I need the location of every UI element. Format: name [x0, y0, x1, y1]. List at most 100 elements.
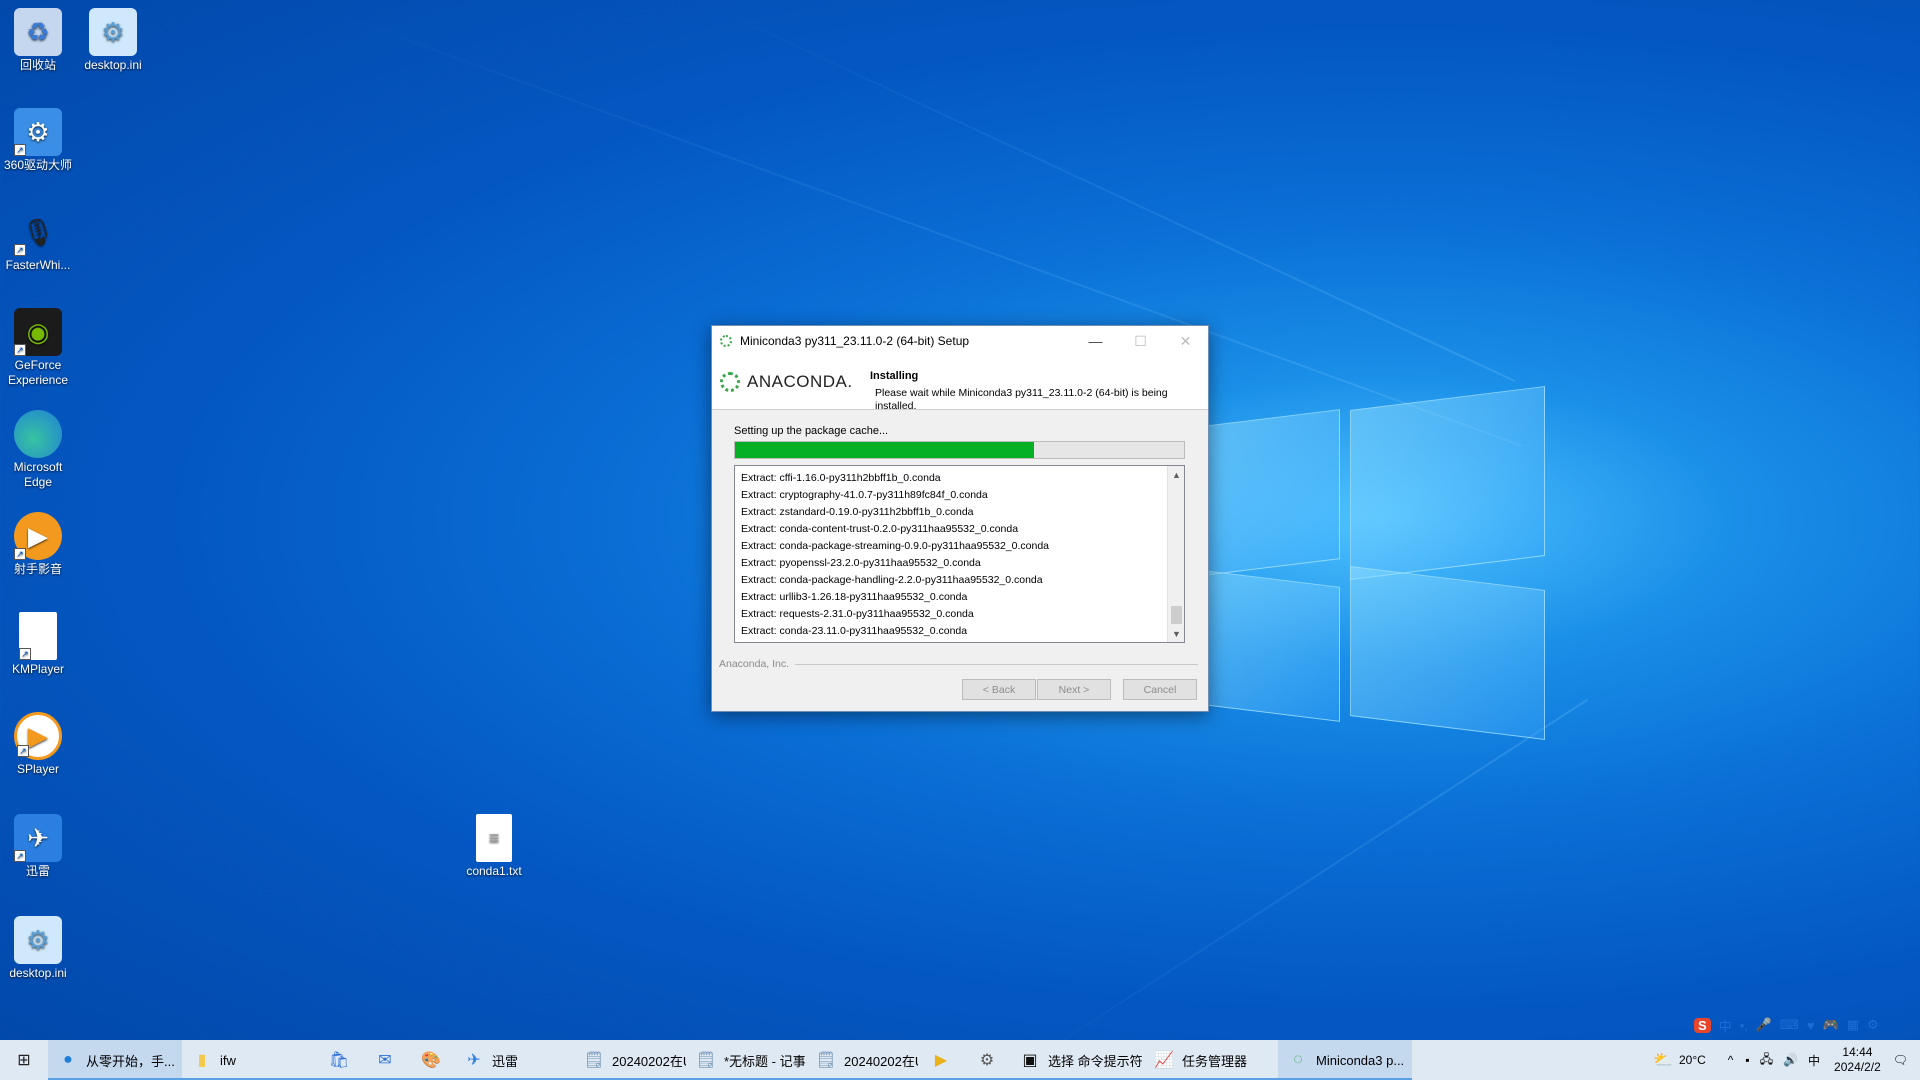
brand-footer: Anaconda, Inc.: [719, 658, 1198, 670]
cancel-button[interactable]: Cancel: [1123, 679, 1197, 700]
desktop-icon-360-driver[interactable]: ⚙ ↗ 360驱动大师: [0, 108, 78, 173]
scroll-thumb[interactable]: [1171, 606, 1182, 624]
log-scrollbar[interactable]: ▲ ▼: [1167, 466, 1184, 642]
paint-icon: 🎨: [421, 1052, 441, 1069]
ime-toolbar[interactable]: S 中 •, 🎤 ⌨ ♥ 🎮 ▦ ⚙: [1694, 1012, 1879, 1038]
taskbar-item-3[interactable]: ✉: [362, 1040, 408, 1080]
desktop-icon-conda-txt[interactable]: ≡ conda1.txt: [454, 814, 534, 879]
recycle-bin-icon: ♻: [14, 8, 62, 56]
log-line: Extract: conda-content-trust-0.2.0-py311…: [741, 523, 1019, 535]
taskbar-item-0[interactable]: ● 从零开始，手...: [48, 1040, 182, 1080]
log-line: Extract: cffi-1.16.0-py311h2bbff1b_0.con…: [741, 472, 941, 484]
taskbar-item-5[interactable]: ✈ 迅雷: [454, 1040, 574, 1080]
desktop-icon-shooter-player[interactable]: ▶ ↗ 射手影音: [0, 512, 78, 577]
conda-icon: ◌: [1293, 1051, 1303, 1068]
punctuation-icon[interactable]: •,: [1740, 1018, 1748, 1033]
progress-bar: [734, 441, 1185, 459]
splayer-icon: ▶ ↗: [14, 712, 62, 760]
player-icon: ▶: [934, 1052, 948, 1069]
taskbar-item-label: 20240202在U...: [844, 1053, 918, 1069]
desktop-icon-label: desktop.ini: [84, 58, 142, 72]
grid-icon[interactable]: ▦: [1847, 1017, 1859, 1033]
settings-file-icon: ⚙: [14, 916, 62, 964]
log-line: Extract: conda-package-handling-2.2.0-py…: [741, 574, 1043, 586]
scroll-up-icon[interactable]: ▲: [1168, 466, 1184, 483]
mic-icon[interactable]: 🎤: [1756, 1017, 1772, 1033]
maximize-button[interactable]: ☐: [1118, 326, 1163, 356]
next-button[interactable]: Next >: [1037, 679, 1111, 700]
pen-icon[interactable]: ▪: [1745, 1053, 1749, 1067]
scroll-down-icon[interactable]: ▼: [1168, 625, 1184, 642]
taskbar-item-1[interactable]: ▮ ifw: [182, 1040, 316, 1080]
thunder-icon: ✈: [467, 1052, 481, 1069]
title-bar[interactable]: Miniconda3 py311_23.11.0-2 (64-bit) Setu…: [712, 326, 1208, 356]
taskbar-item-6[interactable]: 🗒 20240202在U...: [574, 1040, 686, 1080]
log-line: Extract: requests-2.31.0-py311haa95532_0…: [741, 608, 974, 620]
brand-footer-text: Anaconda, Inc.: [719, 658, 790, 670]
log-line: Extract: zstandard-0.19.0-py311h2bbff1b_…: [741, 506, 974, 518]
taskbar-item-11[interactable]: ▣ 选择 命令提示符: [1010, 1040, 1144, 1080]
taskbar-item-7[interactable]: 🗒 *无标题 - 记事本: [686, 1040, 806, 1080]
desktop-icon-label: desktop.ini: [9, 966, 67, 980]
log-line: Extract: conda-23.11.0-py311haa95532_0.c…: [741, 625, 968, 637]
notification-icon[interactable]: 🗨: [1893, 1053, 1908, 1067]
text-file-icon: ≡: [476, 814, 512, 862]
clock-date: 2024/2/2: [1834, 1060, 1881, 1074]
taskbar-item-label: 任务管理器: [1182, 1053, 1248, 1069]
desktop-icon-desktop-ini[interactable]: ⚙ desktop.ini: [73, 8, 153, 73]
taskbar: ⊞ ● 从零开始，手... ▮ ifw 🛍 ✉ 🎨 ✈ 迅雷 🗒 20240202在U... 🗒 *无标…: [0, 1040, 1920, 1080]
desktop-icon-label: 回收站: [19, 58, 56, 72]
game-icon[interactable]: 🎮: [1823, 1017, 1839, 1033]
back-button[interactable]: < Back: [962, 679, 1036, 700]
notepad-icon: 🗒: [815, 1052, 837, 1069]
desktop-icon-thunder[interactable]: ✈ ↗ 迅雷: [0, 814, 78, 879]
desktop-icon-fasterwhisper[interactable]: 🎙 ↗ FasterWhi...: [0, 208, 78, 273]
taskbar-item-8[interactable]: 🗒 20240202在U...: [806, 1040, 918, 1080]
install-log[interactable]: Extract: cffi-1.16.0-py311h2bbff1b_0.con…: [734, 465, 1185, 643]
conda-icon: [720, 335, 732, 347]
clock[interactable]: 14:44 2024/2/2: [1834, 1045, 1881, 1075]
taskbar-item-13[interactable]: ◌ Miniconda3 p...: [1278, 1040, 1412, 1080]
weather-icon[interactable]: ⛅: [1653, 1050, 1673, 1070]
taskbar-item-label: 迅雷: [492, 1053, 519, 1069]
blank-file-icon: ↗: [19, 612, 57, 660]
taskmgr-icon: 📈: [1154, 1052, 1174, 1069]
desktop-icon-geforce[interactable]: ◉ ↗ GeForce Experience: [0, 308, 78, 388]
skin-icon[interactable]: ♥: [1807, 1018, 1815, 1033]
taskbar-item-4[interactable]: 🎨: [408, 1040, 454, 1080]
desktop-icon-label: 迅雷: [25, 864, 50, 878]
weather-temp[interactable]: 20°C: [1679, 1053, 1706, 1067]
minimize-button[interactable]: —: [1073, 326, 1118, 356]
chevron-up-icon[interactable]: ^: [1728, 1053, 1734, 1067]
edge-icon: [14, 410, 62, 458]
windows-icon: ⊞: [17, 1052, 31, 1069]
ime-indicator[interactable]: 中: [1808, 1052, 1820, 1069]
taskbar-item-12[interactable]: 📈 任务管理器: [1144, 1040, 1278, 1080]
ime-language[interactable]: 中: [1719, 1016, 1732, 1035]
windows-wallpaper-logo: [1195, 378, 1545, 740]
keyboard-icon[interactable]: ⌨: [1780, 1017, 1799, 1033]
desktop-icon-desktop-ini-2[interactable]: ⚙ desktop.ini: [0, 916, 78, 981]
taskbar-item-10[interactable]: ⚙: [964, 1040, 1010, 1080]
taskbar-item-9[interactable]: ▶: [918, 1040, 964, 1080]
notepad-icon: 🗒: [695, 1052, 717, 1069]
desktop-icon-label: KMPlayer: [11, 662, 64, 676]
network-icon[interactable]: 🖧: [1760, 1050, 1773, 1071]
close-button[interactable]: ✕: [1163, 326, 1208, 356]
desktop-icon-splayer[interactable]: ▶ ↗ SPlayer: [0, 712, 78, 777]
volume-icon[interactable]: 🔊: [1783, 1053, 1798, 1067]
desktop-icon-recycle-bin[interactable]: ♻ 回收站: [0, 8, 78, 73]
gear-icon[interactable]: ⚙: [1867, 1017, 1879, 1033]
desktop-icon-kmplayer[interactable]: ↗ KMPlayer: [0, 612, 78, 677]
window-title: Miniconda3 py311_23.11.0-2 (64-bit) Setu…: [740, 334, 970, 348]
installer-window[interactable]: Miniconda3 py311_23.11.0-2 (64-bit) Setu…: [711, 325, 1209, 712]
mail-icon: ✉: [378, 1052, 392, 1069]
microphone-icon: 🎙 ↗: [14, 208, 62, 256]
start-button[interactable]: ⊞: [0, 1040, 48, 1080]
sogou-icon[interactable]: S: [1694, 1017, 1711, 1033]
desktop-icon-edge[interactable]: Microsoft Edge: [0, 410, 78, 490]
taskbar-item-label: Miniconda3 p...: [1316, 1052, 1405, 1068]
desktop-icon-label: GeForce Experience: [7, 358, 69, 387]
desktop-icon-label: SPlayer: [16, 762, 60, 776]
taskbar-item-2[interactable]: 🛍: [316, 1040, 362, 1080]
